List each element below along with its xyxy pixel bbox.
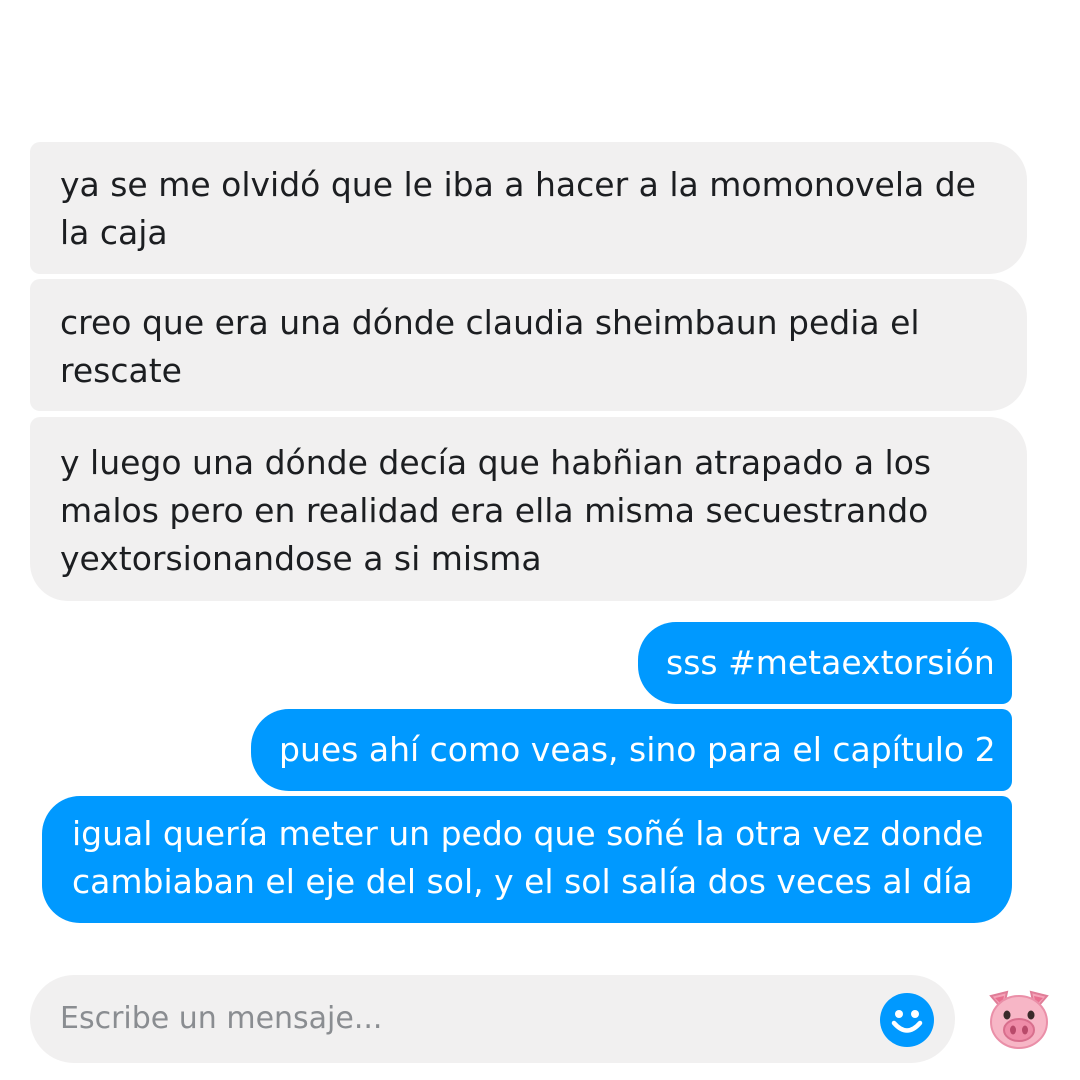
outgoing-message: pues ahí como veas, sino para el capítul… xyxy=(251,709,1012,791)
outgoing-message: igual quería meter un pedo que soñé la o… xyxy=(42,796,1012,923)
incoming-message: y luego una dónde decía que habñian atra… xyxy=(30,417,1027,601)
incoming-message: creo que era una dónde claudia sheimbaun… xyxy=(30,279,1027,411)
pig-face-emoji-icon[interactable] xyxy=(985,986,1053,1052)
message-input-placeholder[interactable]: Escribe un mensaje... xyxy=(60,997,382,1041)
chat-window: ya se me olvidó que le iba a hacer a la … xyxy=(0,0,1080,1080)
smiley-face-icon[interactable] xyxy=(879,992,935,1048)
incoming-message: ya se me olvidó que le iba a hacer a la … xyxy=(30,142,1027,274)
outgoing-message: sss #metaextorsión xyxy=(638,622,1012,704)
message-composer[interactable]: Escribe un mensaje... xyxy=(30,975,955,1063)
